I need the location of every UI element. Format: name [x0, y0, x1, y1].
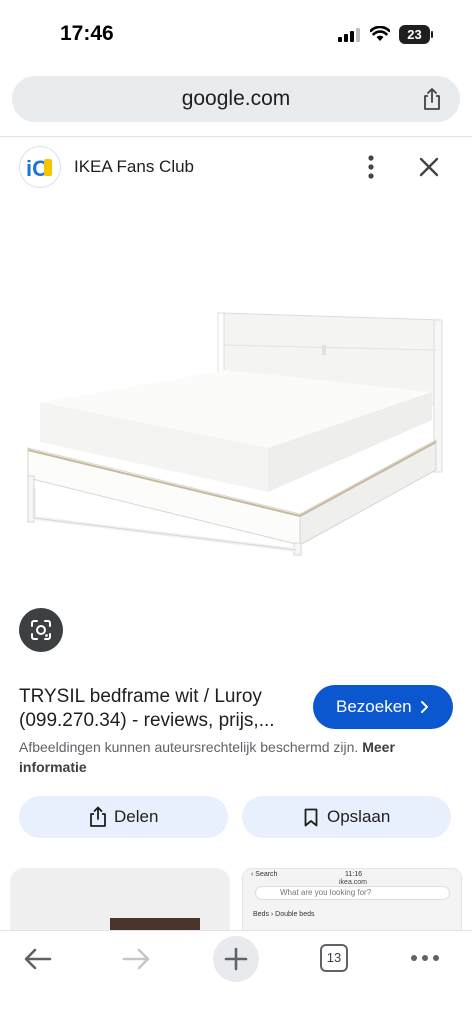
lens-icon — [31, 620, 51, 640]
address-bar[interactable]: google.com — [12, 76, 460, 122]
source-logo: iC — [19, 146, 61, 188]
thumbnail-search-bar: What are you looking for? — [255, 886, 450, 900]
more-menu-icon[interactable] — [410, 951, 440, 965]
chevron-right-icon — [421, 701, 428, 713]
screen: 17:46 23 google.com iC IKEA Fans Club TR… — [0, 0, 472, 1024]
thumbnail-search-placeholder: What are you looking for? — [280, 888, 372, 897]
visit-button-label: Bezoeken — [336, 697, 412, 716]
save-button[interactable]: Opslaan — [242, 796, 451, 838]
bookmark-icon — [304, 808, 318, 827]
visit-button[interactable]: Bezoeken — [313, 685, 453, 729]
more-options-icon[interactable] — [358, 152, 384, 182]
result-title[interactable]: TRYSIL bedframe wit / Luroy (099.270.34)… — [19, 685, 307, 733]
share-icon[interactable] — [420, 87, 444, 111]
thumbnail-url: ikea.com — [339, 879, 368, 886]
lens-search-button[interactable] — [19, 608, 63, 652]
status-bar: 17:46 23 — [0, 0, 472, 68]
share-button[interactable]: Delen — [19, 796, 228, 838]
result-title-line-1: TRYSIL bedframe wit / Luroy — [19, 686, 262, 707]
forward-arrow-icon[interactable] — [120, 945, 152, 973]
copyright-text: Afbeeldingen kunnen auteursrechtelijk be… — [19, 739, 359, 755]
result-title-line-2: (099.270.34) - reviews, prijs,... — [19, 710, 275, 731]
share-icon — [90, 806, 106, 827]
save-button-label: Opslaan — [327, 807, 391, 826]
url-text: google.com — [181, 87, 291, 110]
status-time: 17:46 — [60, 22, 114, 45]
thumbnail-status: ‹ Search — [251, 871, 278, 878]
thumbnail-time: 11:16 — [345, 871, 362, 878]
plus-icon — [224, 947, 248, 971]
source-name: IKEA Fans Club — [74, 157, 195, 176]
battery-level: 23 — [407, 27, 422, 42]
share-button-label: Delen — [114, 807, 159, 826]
tab-switcher-button[interactable]: 13 — [320, 944, 348, 972]
new-tab-button[interactable] — [213, 936, 259, 982]
cellular-signal-icon — [338, 28, 360, 42]
battery-icon: 23 — [399, 25, 433, 44]
close-icon[interactable] — [416, 154, 442, 180]
thumbnail-breadcrumb: Beds › Double beds — [253, 911, 315, 918]
copyright-notice: Afbeeldingen kunnen auteursrechtelijk be… — [19, 737, 439, 777]
bottom-toolbar: 13 — [0, 930, 472, 1024]
product-image[interactable] — [0, 200, 472, 590]
divider — [0, 136, 472, 137]
back-arrow-icon[interactable] — [22, 945, 54, 973]
wifi-icon — [370, 26, 390, 41]
